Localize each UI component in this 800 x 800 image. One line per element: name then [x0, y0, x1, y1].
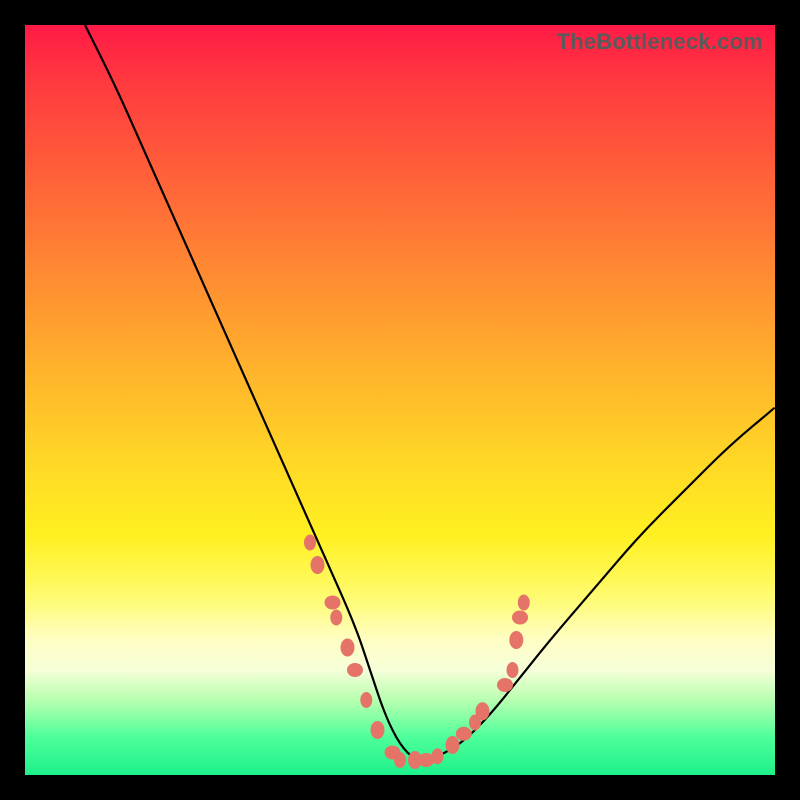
data-point [518, 595, 530, 611]
bottleneck-curve-line [85, 25, 775, 760]
data-point [509, 631, 523, 649]
data-point [311, 556, 325, 574]
data-point [497, 678, 513, 692]
data-point [512, 611, 528, 625]
data-point [360, 692, 372, 708]
data-point [507, 662, 519, 678]
data-point [330, 610, 342, 626]
data-point [456, 727, 472, 741]
data-point [341, 639, 355, 657]
data-points-group [304, 535, 530, 770]
data-point [304, 535, 316, 551]
data-point [325, 596, 341, 610]
chart-frame: TheBottleneck.com [25, 25, 775, 775]
data-point [347, 663, 363, 677]
data-point [432, 748, 444, 764]
data-point [394, 752, 406, 768]
data-point [476, 702, 490, 720]
data-point [446, 736, 460, 754]
chart-svg [25, 25, 775, 775]
data-point [371, 721, 385, 739]
